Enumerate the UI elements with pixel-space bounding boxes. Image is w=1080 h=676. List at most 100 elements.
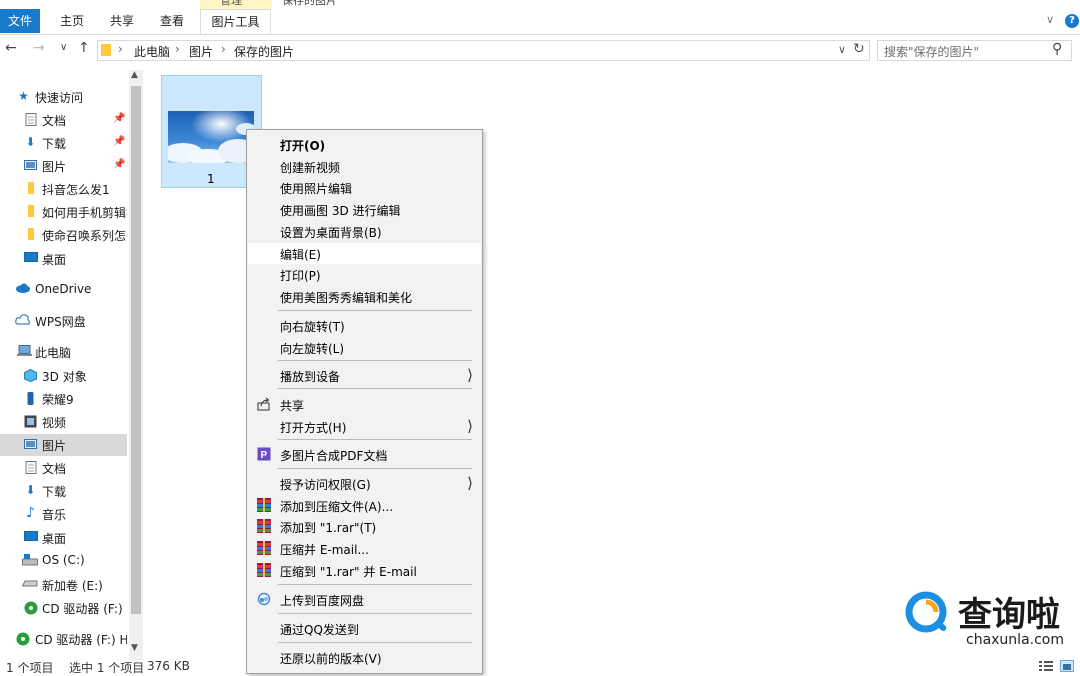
menu-item-edit-paint3d[interactable]: 使用画图 3D 进行编辑 xyxy=(248,199,481,220)
scroll-up-icon[interactable]: ▲ xyxy=(131,70,138,80)
nav-item-desktop[interactable]: 桌面 xyxy=(0,527,127,549)
breadcrumb-saved-pictures[interactable]: 保存的图片 xyxy=(234,43,294,60)
menu-item-compress-email[interactable]: 压缩并 E-mail... xyxy=(248,538,481,559)
recent-locations-chevron-icon[interactable]: ∨ xyxy=(60,42,67,53)
menu-separator xyxy=(278,310,472,311)
menu-item-restore-versions[interactable]: 还原以前的版本(V) xyxy=(248,647,481,668)
nav-item-downloads[interactable]: ⬇ 下载 📌 xyxy=(0,132,127,154)
menu-item-print[interactable]: 打印(P) xyxy=(248,264,481,285)
menu-separator xyxy=(278,613,472,614)
tab-home[interactable]: 主页 xyxy=(54,9,90,33)
nav-item-desktop[interactable]: 桌面 xyxy=(0,248,127,270)
document-icon xyxy=(24,113,37,126)
nav-scrollbar-thumb[interactable] xyxy=(131,86,141,614)
tab-share[interactable]: 共享 xyxy=(104,9,140,33)
breadcrumb-pictures[interactable]: 图片 xyxy=(189,43,213,60)
folder-icon xyxy=(24,228,37,241)
file-name[interactable]: 1 xyxy=(207,172,215,186)
menu-item-rotate-right[interactable]: 向右旋转(T) xyxy=(248,315,481,336)
image-thumbnail[interactable] xyxy=(168,111,254,163)
tab-file[interactable]: 文件 xyxy=(0,9,40,33)
menu-item-set-wallpaper[interactable]: 设置为桌面背景(B) xyxy=(248,221,481,242)
pdf-icon: P xyxy=(257,447,271,461)
refresh-icon[interactable]: ↻ xyxy=(853,41,865,57)
winrar-icon xyxy=(257,498,271,512)
menu-item-open[interactable]: 打开(O) xyxy=(248,134,481,155)
breadcrumb-separator-icon[interactable]: › xyxy=(118,42,123,56)
menu-item-open-with[interactable]: 打开方式(H) ⟩ xyxy=(248,416,481,437)
phone-icon xyxy=(24,392,37,405)
document-icon xyxy=(24,461,37,474)
help-icon[interactable]: ? xyxy=(1065,14,1079,28)
menu-item-add-to-rar[interactable]: 添加到 "1.rar"(T) xyxy=(248,516,481,537)
search-icon[interactable]: ⚲ xyxy=(1052,41,1062,57)
tab-view[interactable]: 查看 xyxy=(154,9,190,33)
nav-wps[interactable]: WPS网盘 xyxy=(0,310,127,332)
menu-item-rotate-left[interactable]: 向左旋转(L) xyxy=(248,337,481,358)
nav-item-folder[interactable]: 抖音怎么发1 xyxy=(0,178,127,200)
menu-item-share[interactable]: 共享 xyxy=(248,394,481,415)
nav-item-documents[interactable]: 文档 📌 xyxy=(0,109,127,131)
menu-item-edit-with-photos[interactable]: 使用照片编辑 xyxy=(248,177,481,198)
nav-onedrive[interactable]: OneDrive xyxy=(0,279,127,301)
details-view-icon[interactable] xyxy=(1039,660,1053,672)
menu-separator xyxy=(278,468,472,469)
forward-arrow-icon[interactable]: → xyxy=(33,40,45,56)
up-arrow-icon[interactable]: ↑ xyxy=(78,40,90,56)
large-icons-view-icon[interactable] xyxy=(1060,660,1074,672)
back-arrow-icon[interactable]: ← xyxy=(5,40,17,56)
folder-icon xyxy=(24,182,37,195)
download-icon: ⬇ xyxy=(25,483,36,497)
nav-item-drive-e[interactable]: 新加卷 (E:) xyxy=(0,574,127,596)
cd-drive-icon xyxy=(16,632,30,646)
search-placeholder: 搜索"保存的图片" xyxy=(884,45,980,59)
download-icon: ⬇ xyxy=(25,135,36,149)
nav-item-3d-objects[interactable]: 3D 对象 xyxy=(0,365,127,387)
menu-item-merge-pdf[interactable]: P 多图片合成PDF文档 xyxy=(248,444,481,465)
nav-item-folder[interactable]: 如何用手机剪辑视 xyxy=(0,201,127,223)
menu-item-add-to-archive[interactable]: 添加到压缩文件(A)... xyxy=(248,495,481,516)
window-title: 保存的图片 xyxy=(282,0,337,7)
chevron-down-icon[interactable]: ∨ xyxy=(1046,13,1054,26)
nav-item-drive-c[interactable]: OS (C:) xyxy=(0,550,127,572)
tab-picture-tools[interactable]: 图片工具 xyxy=(200,9,271,34)
breadcrumb-separator-icon[interactable]: › xyxy=(175,42,180,56)
baidu-cloud-icon xyxy=(257,592,271,606)
folder-icon xyxy=(24,205,37,218)
video-icon xyxy=(24,415,37,428)
title-bar xyxy=(0,0,1080,9)
submenu-arrow-icon: ⟩ xyxy=(467,366,473,384)
menu-item-grant-access[interactable]: 授予访问权限(G) ⟩ xyxy=(248,473,481,494)
menu-item-compress-rar-email[interactable]: 压缩到 "1.rar" 并 E-mail xyxy=(248,560,481,581)
menu-item-edit[interactable]: 编辑(E) xyxy=(248,243,481,264)
nav-item-videos[interactable]: 视频 xyxy=(0,411,127,433)
nav-item-downloads[interactable]: ⬇ 下载 xyxy=(0,480,127,502)
nav-this-pc[interactable]: 此电脑 xyxy=(0,341,127,363)
menu-separator xyxy=(278,584,472,585)
scroll-down-icon[interactable]: ▼ xyxy=(131,643,138,653)
nav-item-music[interactable]: ♪ 音乐 xyxy=(0,503,127,525)
nav-item-cd-drive[interactable]: CD 驱动器 (F:) H xyxy=(0,597,127,619)
nav-item-folder[interactable]: 使命召唤系列怎么 xyxy=(0,224,127,246)
nav-item-pictures[interactable]: 图片 📌 xyxy=(0,155,127,177)
svg-text:P: P xyxy=(261,450,268,461)
breadcrumb-separator-icon[interactable]: › xyxy=(221,42,226,56)
desktop-icon xyxy=(24,252,38,265)
address-dropdown-icon[interactable]: ∨ xyxy=(838,43,846,56)
breadcrumb-this-pc[interactable]: 此电脑 xyxy=(134,43,170,60)
nav-cd-drive-root[interactable]: CD 驱动器 (F:) Hi xyxy=(0,628,127,650)
cloud-icon xyxy=(15,283,30,296)
nav-item-phone[interactable]: 荣耀9 xyxy=(0,388,127,410)
nav-item-pictures-selected[interactable]: 图片 xyxy=(0,434,127,456)
pin-icon: 📌 xyxy=(113,136,126,147)
nav-quick-access[interactable]: ★ 快速访问 xyxy=(0,86,127,108)
menu-item-create-video[interactable]: 创建新视频 xyxy=(248,156,481,177)
menu-item-meitu[interactable]: 使用美图秀秀编辑和美化 xyxy=(248,286,481,307)
menu-item-send-via-qq[interactable]: 通过QQ发送到 xyxy=(248,618,481,639)
desktop-icon xyxy=(24,531,38,544)
winrar-icon xyxy=(257,519,271,533)
cd-drive-icon xyxy=(24,601,38,615)
menu-item-baidu-upload[interactable]: 上传到百度网盘 xyxy=(248,589,481,610)
menu-item-cast-to-device[interactable]: 播放到设备 ⟩ xyxy=(248,365,481,386)
nav-item-documents[interactable]: 文档 xyxy=(0,457,127,479)
